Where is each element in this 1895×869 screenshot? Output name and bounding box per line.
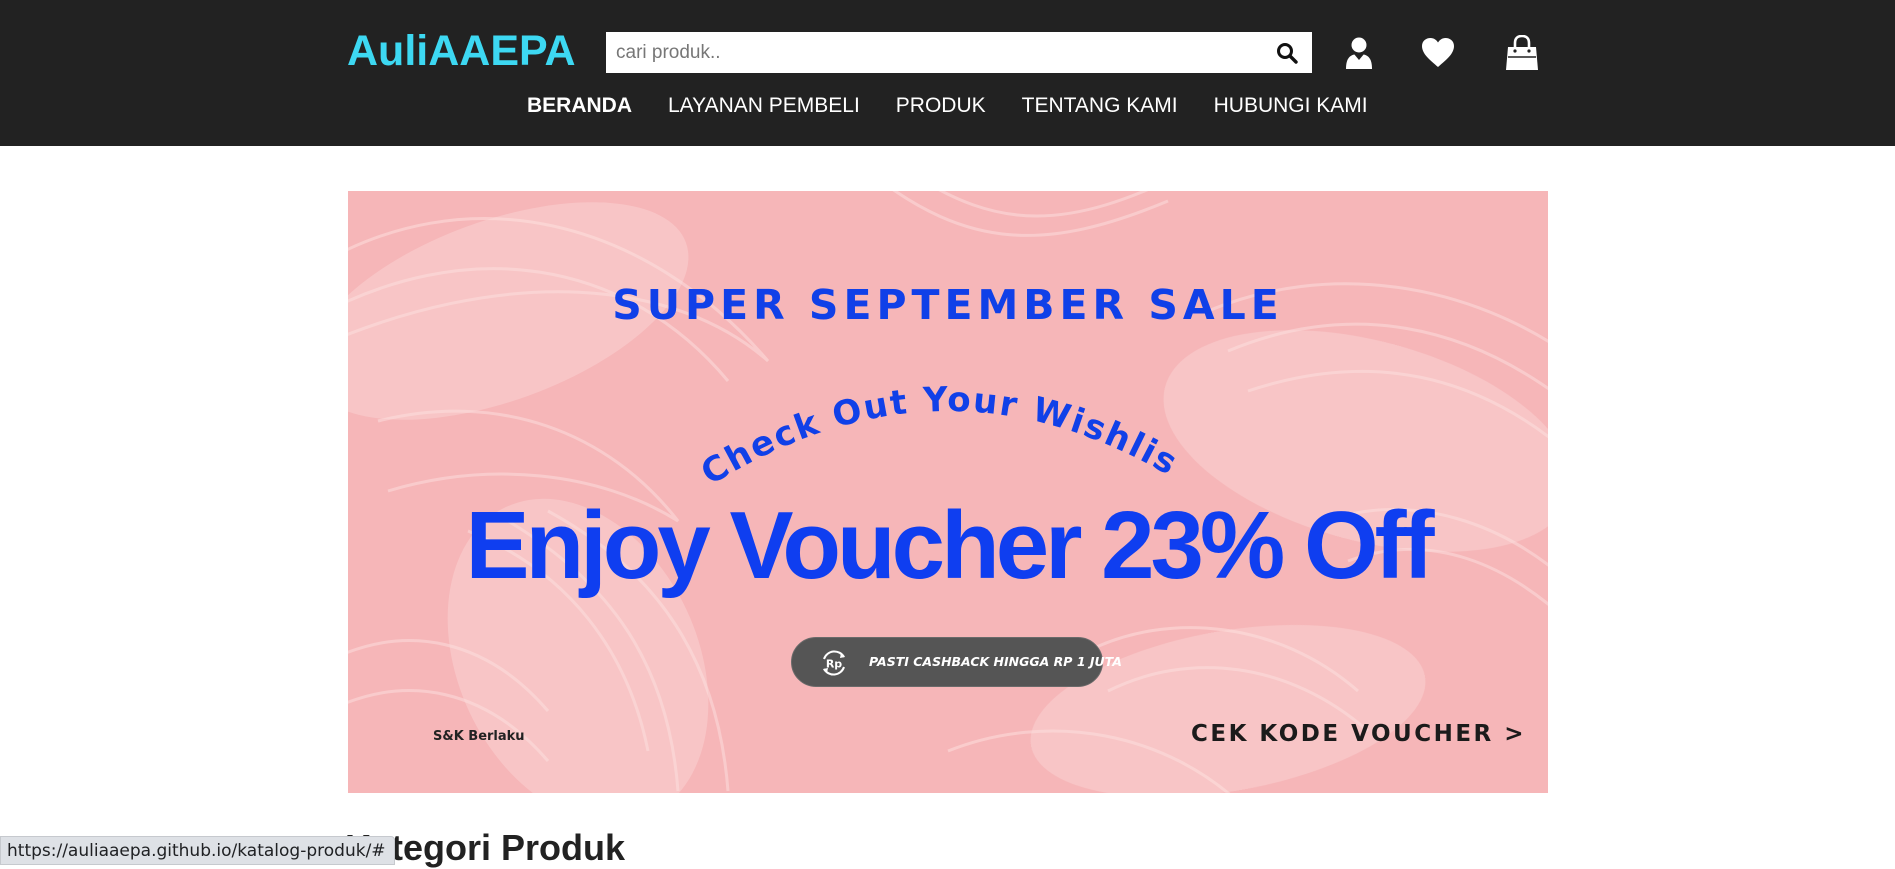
search-bar	[606, 32, 1312, 73]
sale-headline: SUPER SEPTEMBER SALE	[612, 281, 1284, 329]
status-bar-url: https://auliaaepa.github.io/katalog-prod…	[0, 836, 395, 865]
nav-item-beranda[interactable]: BERANDA	[509, 92, 650, 120]
terms-text: S&K Berlaku	[433, 729, 525, 744]
cashback-rp-icon: Rp	[823, 650, 845, 676]
search-input[interactable]	[616, 32, 1236, 73]
brand-logo[interactable]: AuliAAEPA	[347, 27, 576, 76]
check-voucher-link[interactable]: CEK KODE VOUCHER >	[1191, 721, 1526, 747]
cashback-text: PASTI CASHBACK HINGGA RP 1 JUTA	[869, 654, 1122, 669]
wishlist-arc-label: Check Out Your Wishlist	[688, 371, 1183, 491]
nav-item-hubungi-kami[interactable]: HUBUNGI KAMI	[1196, 92, 1386, 120]
voucher-offer: Enjoy Voucher 23% Off	[465, 492, 1434, 599]
top-header: AuliAAEPA BERANDALAYANAN PEMBELIPRODUKTE…	[0, 0, 1895, 146]
svg-text:Check Out Your Wishlist: Check Out Your Wishlist	[688, 371, 1185, 491]
nav-item-layanan-pembeli[interactable]: LAYANAN PEMBELI	[650, 92, 878, 120]
user-icon[interactable]	[1345, 36, 1373, 70]
nav-item-produk[interactable]: PRODUK	[878, 92, 1004, 120]
promo-banner[interactable]: SUPER SEPTEMBER SALE Check Out Your Wish…	[348, 191, 1548, 793]
nav-item-tentang-kami[interactable]: TENTANG KAMI	[1004, 92, 1196, 120]
main-nav: BERANDA LAYANAN PEMBELI PRODUK TENTANG KAMI…	[509, 92, 1386, 120]
shopping-bag-icon[interactable]	[1504, 35, 1540, 71]
svg-text:Rp: Rp	[826, 658, 842, 671]
heart-icon[interactable]	[1420, 36, 1456, 69]
search-icon[interactable]	[1276, 42, 1298, 64]
cashback-pill: Rp PASTI CASHBACK HINGGA RP 1 JUTA	[791, 637, 1122, 687]
wishlist-arc-text: Check Out Your Wishlist	[688, 371, 1185, 491]
